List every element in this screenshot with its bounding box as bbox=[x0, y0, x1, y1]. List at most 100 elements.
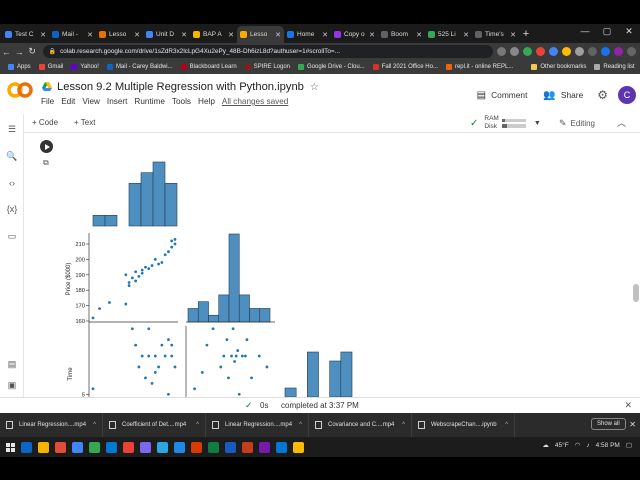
show-all-button[interactable]: Show all bbox=[591, 418, 626, 430]
other-bookmarks[interactable]: Other bookmarks bbox=[531, 64, 586, 70]
download-item[interactable]: Linear Regression....mp4 ^ bbox=[0, 413, 103, 437]
reload-icon[interactable]: ↻ bbox=[26, 46, 39, 57]
scatter-point-price bbox=[137, 274, 141, 278]
scatter-point-price bbox=[157, 262, 161, 266]
extension-icon[interactable] bbox=[561, 47, 571, 56]
maximize-icon[interactable]: ▢ bbox=[596, 26, 618, 37]
taskbar-app-icon[interactable] bbox=[72, 441, 83, 453]
taskbar-app-icon[interactable] bbox=[123, 441, 134, 453]
tab-close-icon[interactable]: ✕ bbox=[134, 31, 140, 39]
window-close-icon[interactable]: ✕ bbox=[618, 26, 640, 37]
taskbar-app-icon[interactable] bbox=[208, 441, 219, 453]
bookmark-item[interactable]: Gmail bbox=[38, 64, 63, 70]
taskbar-app-icon[interactable] bbox=[38, 441, 49, 453]
browser-tab[interactable]: Lesso ✕ bbox=[96, 26, 143, 43]
taskbar-app-icon[interactable] bbox=[106, 441, 117, 453]
tab-close-icon[interactable]: ✕ bbox=[322, 31, 328, 39]
execution-status-bar: ✓ 0s completed at 3:37 PM ✕ bbox=[0, 397, 640, 413]
download-item[interactable]: Coefficient of Det....mp4 ^ bbox=[103, 413, 206, 437]
download-item[interactable]: Covariance and C....mp4 ^ bbox=[309, 413, 412, 437]
weather-icon[interactable]: ☁ bbox=[542, 441, 549, 449]
bookmark-item[interactable]: Fall 2021 Office Ho... bbox=[372, 64, 438, 70]
extension-icon[interactable] bbox=[535, 47, 545, 56]
extension-icon[interactable] bbox=[574, 47, 584, 56]
chevron-up-icon[interactable]: ^ bbox=[505, 422, 508, 428]
close-icon[interactable]: ✕ bbox=[629, 420, 636, 429]
top-histogram-bar bbox=[164, 183, 178, 227]
taskbar-app-icon[interactable] bbox=[259, 441, 270, 453]
taskbar-app-icon[interactable] bbox=[293, 441, 304, 453]
taskbar-app-icon[interactable] bbox=[89, 441, 100, 453]
taskbar-app-icon[interactable] bbox=[21, 441, 32, 453]
taskbar-app-icon[interactable] bbox=[55, 441, 66, 453]
forward-icon[interactable]: → bbox=[13, 47, 26, 57]
scrollbar-thumb[interactable] bbox=[633, 284, 639, 302]
download-filename: Linear Regression....mp4 bbox=[225, 422, 293, 428]
address-bar[interactable]: 🔒 colab.research.google.com/drive/1sZdR3… bbox=[42, 45, 493, 58]
chevron-up-icon[interactable]: ^ bbox=[402, 422, 405, 428]
browser-tab[interactable]: BAP A ✕ bbox=[190, 26, 237, 43]
tab-close-icon[interactable]: ✕ bbox=[510, 31, 516, 39]
browser-tab[interactable]: Boom ✕ bbox=[378, 26, 425, 43]
browser-tab[interactable]: Test C ✕ bbox=[2, 26, 49, 43]
url-text: colab.research.google.com/drive/1sZdR3x2… bbox=[60, 48, 340, 55]
taskbar-app-icon[interactable] bbox=[174, 441, 185, 453]
bookmark-star-icon[interactable] bbox=[509, 47, 519, 56]
extension-icon[interactable] bbox=[522, 47, 532, 56]
taskbar-app-icon[interactable] bbox=[276, 441, 287, 453]
browser-tab[interactable]: 525 Li ✕ bbox=[425, 26, 472, 43]
scatter-point-price bbox=[140, 268, 144, 272]
bookmark-item[interactable]: Yahoo! bbox=[71, 64, 99, 70]
browser-tab[interactable]: Mail - ✕ bbox=[49, 26, 96, 43]
taskbar-app-icon[interactable] bbox=[242, 441, 253, 453]
scatter-point-time-price bbox=[250, 376, 253, 380]
tab-close-icon[interactable]: ✕ bbox=[416, 31, 422, 39]
taskbar-app-icon[interactable] bbox=[140, 441, 151, 453]
extension-icon[interactable] bbox=[548, 47, 558, 56]
browser-tab[interactable]: Lesso ✕ bbox=[237, 26, 284, 43]
chevron-up-icon[interactable]: ^ bbox=[93, 422, 96, 428]
new-tab-button[interactable]: + bbox=[519, 26, 533, 43]
reading-list[interactable]: Reading list bbox=[594, 64, 635, 70]
zoom-icon[interactable] bbox=[496, 47, 506, 56]
download-item[interactable]: WebscrapeChan....ipynb ^ bbox=[412, 413, 515, 437]
windows-start-icon[interactable] bbox=[6, 442, 15, 452]
browser-tab[interactable]: Copy o ✕ bbox=[331, 26, 378, 43]
browser-tab[interactable]: Time's ✕ bbox=[472, 26, 519, 43]
bookmark-item[interactable]: Mail - Carey Baldwi... bbox=[106, 64, 173, 70]
volume-icon[interactable]: ♪ bbox=[586, 442, 589, 449]
tab-close-icon[interactable]: ✕ bbox=[181, 31, 187, 39]
bookmark-item[interactable]: Apps bbox=[8, 64, 31, 70]
time-axis-label: Time bbox=[68, 367, 74, 381]
tab-close-icon[interactable]: ✕ bbox=[87, 31, 93, 39]
taskbar-app-icon[interactable] bbox=[225, 441, 236, 453]
tab-close-icon[interactable]: ✕ bbox=[228, 31, 234, 39]
browser-tab[interactable]: Home ✕ bbox=[284, 26, 331, 43]
back-icon[interactable]: ← bbox=[0, 47, 13, 57]
tab-close-icon[interactable]: ✕ bbox=[463, 31, 469, 39]
execution-time: 0s bbox=[260, 401, 269, 410]
bookmark-item[interactable]: Google Drive - Clou... bbox=[298, 64, 365, 70]
profile-icon[interactable] bbox=[613, 47, 623, 56]
close-icon[interactable]: ✕ bbox=[624, 400, 632, 411]
bookmark-item[interactable]: SPIRE Logon bbox=[244, 64, 290, 70]
tab-close-icon[interactable]: ✕ bbox=[40, 31, 46, 39]
chevron-up-icon[interactable]: ^ bbox=[299, 422, 302, 428]
clock[interactable]: 4:58 PM bbox=[596, 442, 620, 449]
notification-icon[interactable]: ▢ bbox=[626, 441, 632, 449]
tab-close-icon[interactable]: ✕ bbox=[369, 31, 375, 39]
scatter-point-time-price bbox=[222, 354, 226, 358]
tab-close-icon[interactable]: ✕ bbox=[275, 31, 281, 39]
download-item[interactable]: Linear Regression....mp4 ^ bbox=[206, 413, 309, 437]
bookmark-item[interactable]: Blackboard Learn bbox=[180, 64, 237, 70]
taskbar-app-icon[interactable] bbox=[157, 441, 168, 453]
browser-tab[interactable]: Unit D ✕ bbox=[143, 26, 190, 43]
wifi-icon[interactable]: ◠ bbox=[575, 441, 581, 449]
extension-icon[interactable] bbox=[600, 47, 610, 56]
extension-icon[interactable] bbox=[587, 47, 597, 56]
bookmark-item[interactable]: repl.it - online REPL... bbox=[445, 64, 513, 70]
menu-icon[interactable] bbox=[626, 47, 636, 56]
taskbar-app-icon[interactable] bbox=[191, 441, 202, 453]
chevron-up-icon[interactable]: ^ bbox=[196, 422, 199, 428]
minimize-icon[interactable]: — bbox=[574, 26, 596, 37]
